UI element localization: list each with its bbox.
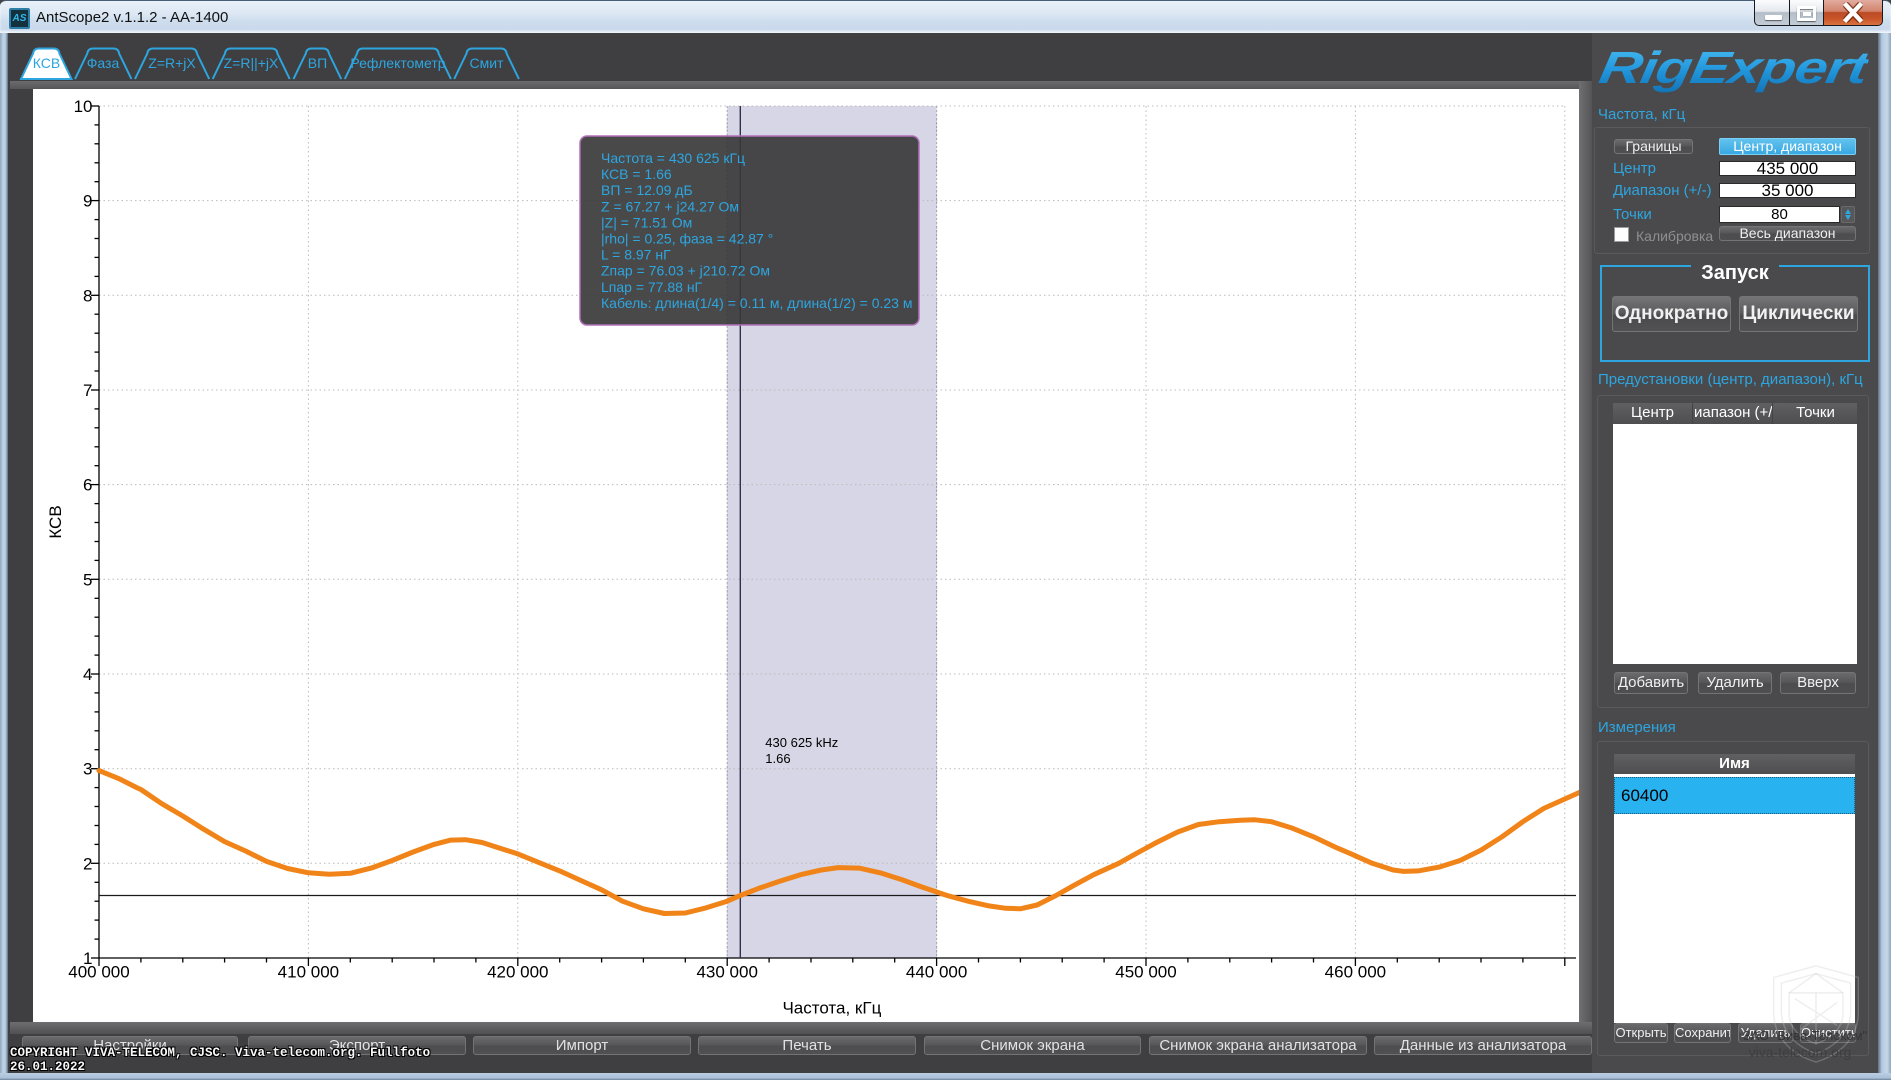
svg-text:440 000: 440 000 <box>906 963 967 982</box>
svg-text:7: 7 <box>83 381 92 400</box>
svg-text:8: 8 <box>83 286 92 305</box>
svg-text:L = 8.97 нГ: L = 8.97 нГ <box>601 247 671 263</box>
svg-text:4: 4 <box>83 665 92 684</box>
svg-text:Zпар = 76.03 + j210.72 Ом: Zпар = 76.03 + j210.72 Ом <box>601 263 770 279</box>
svg-text:9: 9 <box>83 192 92 211</box>
svg-text:450 000: 450 000 <box>1115 963 1176 982</box>
svg-text:Кабель: длина(1/4) = 0.11 м, д: Кабель: длина(1/4) = 0.11 м, длина(1/2) … <box>601 295 912 311</box>
svg-text:420 000: 420 000 <box>487 963 548 982</box>
svg-text:Фаза: Фаза <box>87 55 120 71</box>
svg-text:400 000: 400 000 <box>68 963 129 982</box>
svg-text:2: 2 <box>83 854 92 873</box>
svg-text:430 000: 430 000 <box>696 963 757 982</box>
svg-text:Lпар = 77.88 нГ: Lпар = 77.88 нГ <box>601 279 703 295</box>
svg-text:Z = 67.27 + j24.27 Ом: Z = 67.27 + j24.27 Ом <box>601 198 739 214</box>
svg-text:5: 5 <box>83 570 92 589</box>
svg-text:430 625 kHz: 430 625 kHz <box>765 735 838 750</box>
svg-text:3: 3 <box>83 760 92 779</box>
svg-text:Z=R+jX: Z=R+jX <box>148 55 196 71</box>
svg-text:6: 6 <box>83 476 92 495</box>
svg-text:|rho| = 0.25, фаза = 42.87 °: |rho| = 0.25, фаза = 42.87 ° <box>601 231 773 247</box>
svg-text:КСВ: КСВ <box>46 505 65 538</box>
svg-text:10: 10 <box>74 97 93 116</box>
svg-text:ВП: ВП <box>308 55 327 71</box>
svg-text:|Z| = 71.51 Ом: |Z| = 71.51 Ом <box>601 214 692 230</box>
svg-text:Частота, кГц: Частота, кГц <box>782 999 881 1018</box>
svg-text:Частота = 430 625 кГц: Частота = 430 625 кГц <box>601 150 745 166</box>
svg-text:Смит: Смит <box>470 55 505 71</box>
svg-text:1.66: 1.66 <box>765 751 790 766</box>
svg-text:Рефлектометр: Рефлектометр <box>350 55 445 71</box>
svg-text:КСВ: КСВ <box>33 55 60 71</box>
svg-text:КСВ = 1.66: КСВ = 1.66 <box>601 166 672 182</box>
svg-text:Z=R||+jX: Z=R||+jX <box>224 55 279 71</box>
svg-text:460 000: 460 000 <box>1325 963 1386 982</box>
svg-text:410 000: 410 000 <box>278 963 339 982</box>
svg-text:ВП = 12.09 дБ: ВП = 12.09 дБ <box>601 182 693 198</box>
